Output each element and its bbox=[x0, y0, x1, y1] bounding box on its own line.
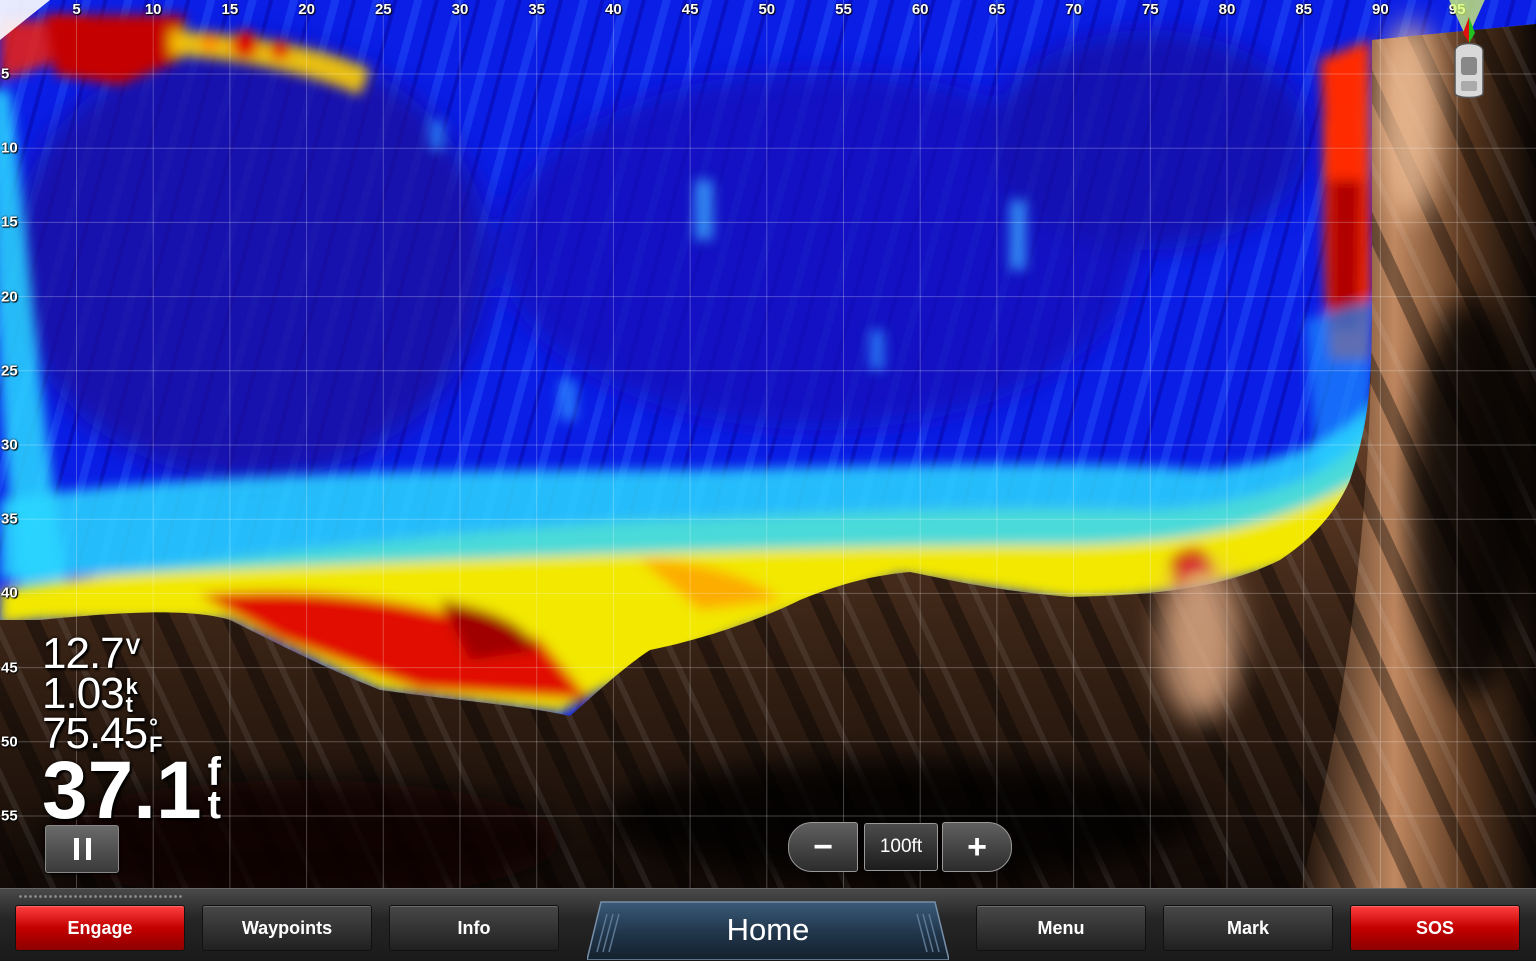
depth-unit: ft bbox=[207, 750, 221, 827]
range-tick-label: 40 bbox=[605, 1, 622, 18]
depth-tick-label: 25 bbox=[1, 362, 18, 380]
depth-tick-label: 55 bbox=[1, 807, 18, 825]
range-tick-label: 30 bbox=[451, 1, 469, 18]
depth-readout: 37.1 ft bbox=[42, 750, 221, 832]
engage-button[interactable]: Engage bbox=[15, 905, 185, 951]
depth-tick-label: 45 bbox=[1, 659, 18, 677]
menu-button[interactable]: Menu bbox=[976, 905, 1146, 951]
mark-button[interactable]: Mark bbox=[1163, 905, 1333, 951]
range-tick-label: 85 bbox=[1295, 1, 1313, 18]
sonar-image bbox=[0, 0, 1536, 888]
home-button[interactable]: Home bbox=[587, 900, 949, 960]
sonar-view[interactable]: 5101520253035404550556065707580859095 51… bbox=[0, 0, 1536, 888]
range-tick-label: 70 bbox=[1065, 1, 1082, 18]
range-zoom-control: − 100ft + bbox=[788, 822, 1012, 872]
depth-tick-label: 10 bbox=[1, 139, 18, 157]
range-tick-label: 75 bbox=[1141, 1, 1159, 18]
range-tick-label: 90 bbox=[1372, 1, 1389, 18]
range-tick-label: 35 bbox=[528, 1, 546, 18]
depth-tick-label: 40 bbox=[1, 584, 18, 602]
depth-tick-label: 15 bbox=[1, 213, 18, 231]
depth-tick-label: 50 bbox=[1, 733, 18, 751]
info-button[interactable]: Info bbox=[389, 905, 559, 951]
range-tick-label: 45 bbox=[681, 1, 699, 18]
zoom-level-indicator: 100ft bbox=[864, 823, 938, 871]
toolbar-grip-handle[interactable] bbox=[18, 894, 182, 900]
pause-icon bbox=[73, 838, 79, 860]
pause-button[interactable] bbox=[45, 825, 119, 873]
minus-icon: − bbox=[813, 827, 833, 866]
range-tick-label: 60 bbox=[911, 1, 929, 18]
range-tick-label: 50 bbox=[758, 1, 776, 18]
range-tick-label: 5 bbox=[72, 1, 81, 18]
range-tick-label: 80 bbox=[1218, 1, 1236, 18]
range-tick-label: 10 bbox=[144, 1, 162, 18]
plus-icon: + bbox=[967, 827, 987, 866]
home-label: Home bbox=[726, 912, 810, 947]
depth-tick-label: 30 bbox=[1, 436, 18, 454]
zoom-out-button[interactable]: − bbox=[788, 822, 858, 872]
voltage-unit: V bbox=[125, 634, 141, 659]
range-tick-label: 55 bbox=[835, 1, 852, 18]
range-tick-label: 15 bbox=[221, 1, 239, 18]
depth-tick-label: 35 bbox=[1, 510, 18, 528]
sos-button[interactable]: SOS bbox=[1350, 905, 1520, 951]
zoom-in-button[interactable]: + bbox=[942, 822, 1012, 872]
depth-tick-label: 20 bbox=[1, 288, 18, 306]
range-tick-label: 65 bbox=[988, 1, 1006, 18]
waypoints-button[interactable]: Waypoints bbox=[202, 905, 372, 951]
depth-value: 37.1 bbox=[42, 745, 202, 836]
range-tick-label: 25 bbox=[374, 1, 392, 18]
range-tick-label: 20 bbox=[298, 1, 315, 18]
pause-icon-bar bbox=[85, 838, 91, 860]
depth-tick-label: 5 bbox=[1, 65, 10, 83]
boat-icon bbox=[1449, 0, 1485, 99]
